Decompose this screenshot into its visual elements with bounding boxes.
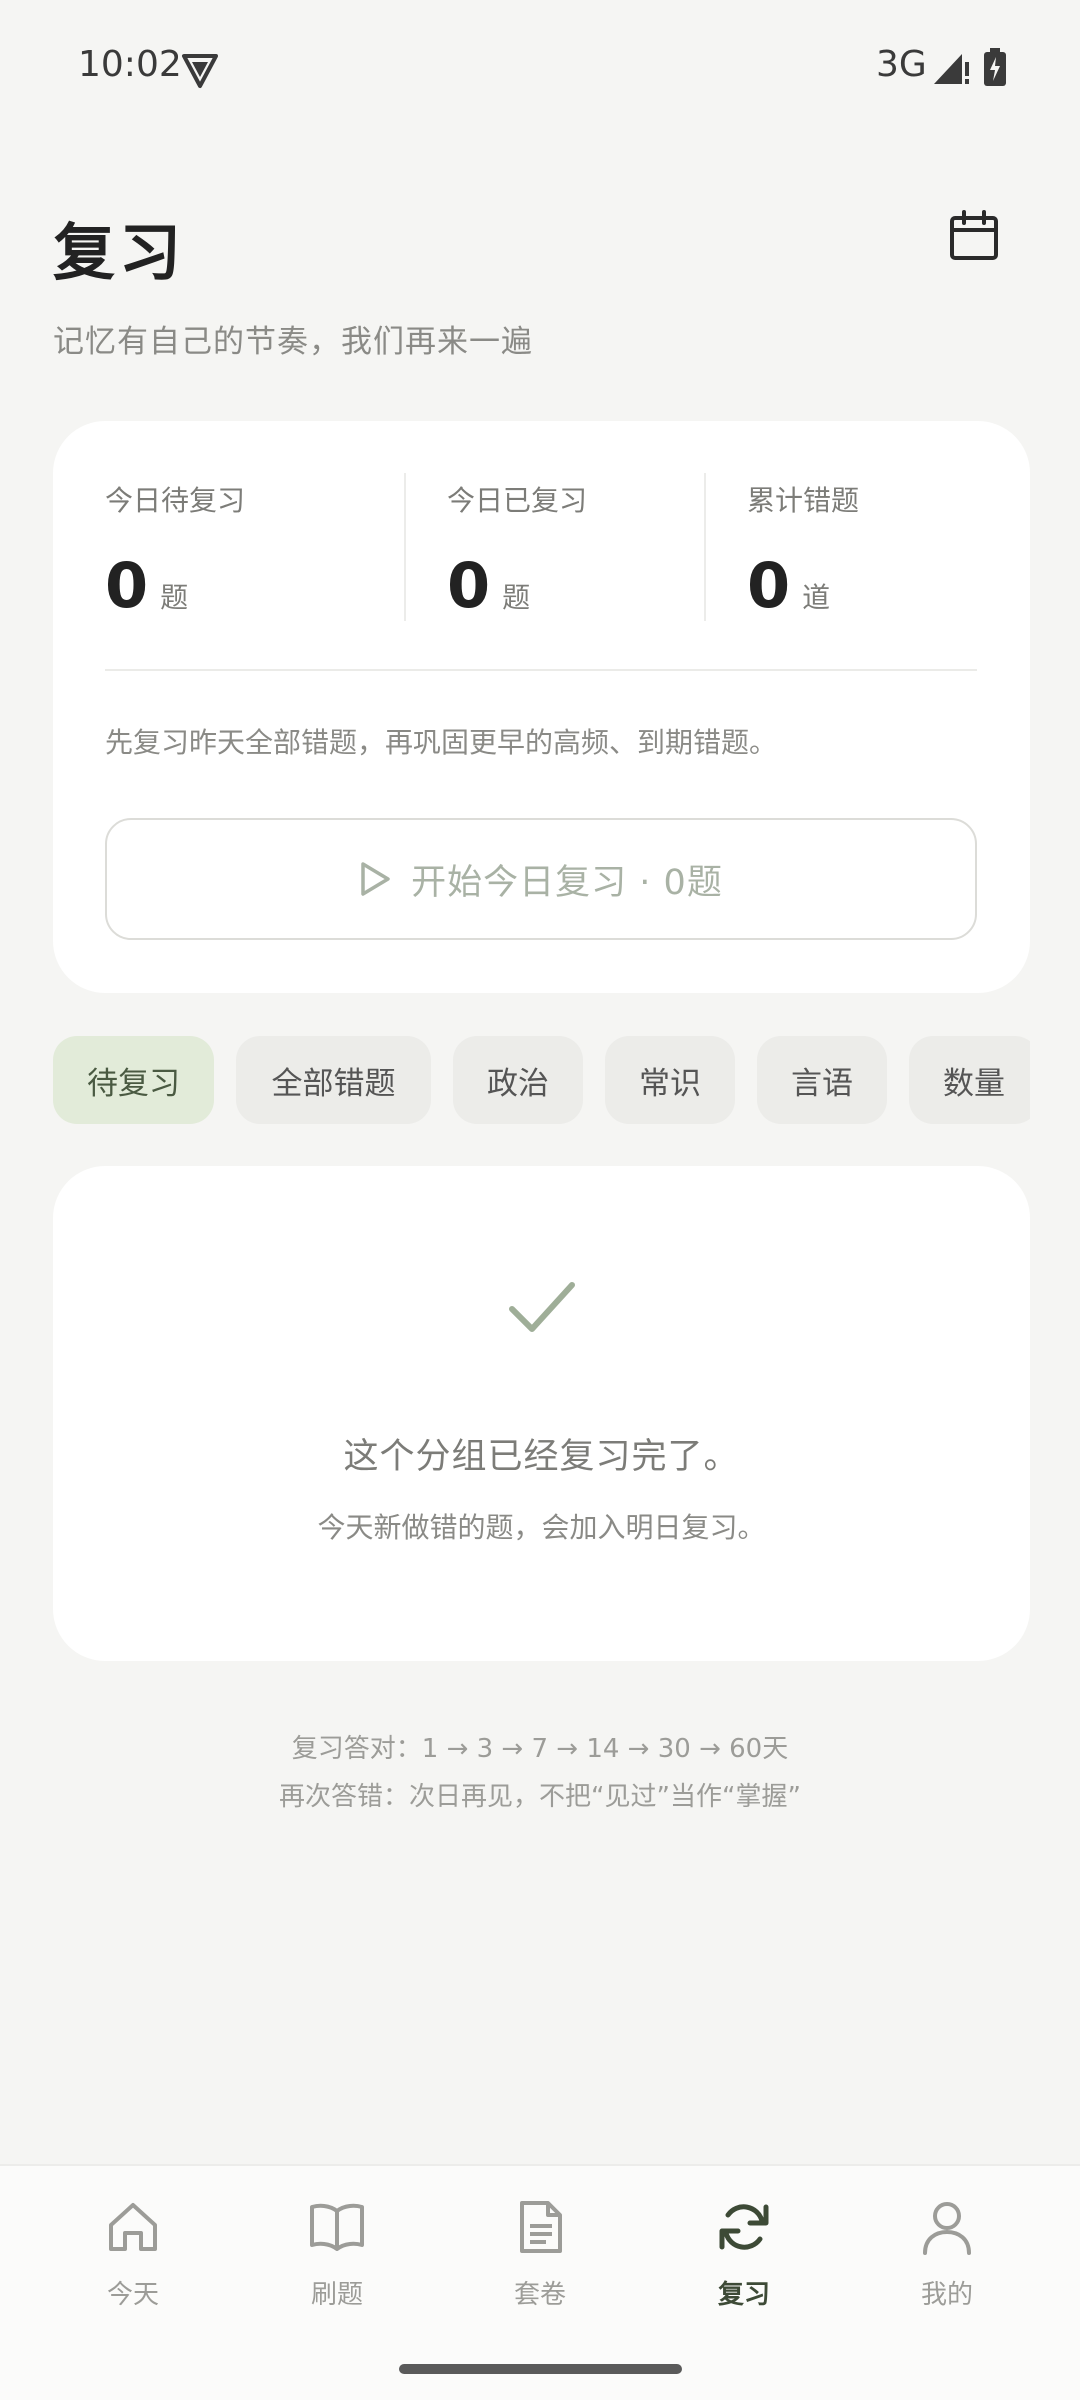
nav-item-me[interactable]: 我的 [857, 2166, 1037, 2326]
nav-item-today[interactable]: 今天 [43, 2166, 223, 2326]
nav-label: 我的 [920, 2280, 973, 2310]
empty-state-title: 这个分组已经复习完了。 [343, 1437, 740, 1477]
status-bar: 10:02 3G [0, 0, 1080, 136]
filter-chip-row[interactable]: 待复习 全部错题 政治 常识 言语 数量 [53, 1036, 1030, 1124]
stat-pending-today: 今日待复习 0 题 [105, 479, 245, 629]
stat-total-mistakes: 累计错题 0 道 [747, 479, 859, 629]
chip-politics[interactable]: 政治 [453, 1036, 583, 1124]
stat-divider [404, 473, 406, 621]
signal-icon [934, 54, 969, 84]
nav-label: 刷题 [310, 2280, 363, 2310]
review-tip: 先复习昨天全部错题，再巩固更早的高频、到期错题。 [105, 726, 778, 759]
nav-item-papers[interactable]: 套卷 [450, 2166, 630, 2326]
wrong-answer-note: 再次答错：次日再见，不把“见过”当作“掌握” [279, 1782, 801, 1812]
review-screen: 10:02 3G 复习 记忆有自己的节奏，我们再来一遍 今日待复习 0 题 今日… [0, 0, 1080, 2400]
stat-unit: 道 [802, 581, 831, 614]
stat-value: 0 [747, 549, 791, 622]
divider [105, 669, 977, 671]
chip-general-knowledge[interactable]: 常识 [605, 1036, 735, 1124]
book-icon [310, 2203, 364, 2251]
stat-label: 今日待复习 [105, 484, 246, 517]
refresh-icon [719, 2204, 769, 2250]
stat-divider [704, 473, 706, 621]
stat-unit: 题 [160, 581, 189, 614]
start-review-button[interactable]: 开始今日复习 · 0题 [105, 818, 977, 940]
nav-item-practice[interactable]: 刷题 [247, 2166, 427, 2326]
battery-charging-icon [984, 48, 1006, 86]
nav-label: 复习 [717, 2280, 770, 2310]
person-icon [923, 2202, 971, 2255]
nav-label: 今天 [106, 2280, 159, 2310]
page-subtitle: 记忆有自己的节奏，我们再来一遍 [53, 324, 533, 360]
chip-quantitative[interactable]: 数量 [909, 1036, 1030, 1124]
network-type: 3G [876, 44, 927, 85]
nav-item-review[interactable]: 复习 [654, 2166, 834, 2326]
home-gesture-bar[interactable] [399, 2364, 682, 2374]
status-time: 10:02 [78, 44, 182, 85]
stat-value: 0 [105, 549, 149, 622]
stat-label: 累计错题 [747, 484, 860, 517]
empty-state-card: 这个分组已经复习完了。 今天新做错的题，会加入明日复习。 [53, 1166, 1030, 1661]
calendar-button[interactable] [946, 208, 1002, 264]
stat-label: 今日已复习 [447, 484, 588, 517]
page-title: 复习 [53, 216, 186, 289]
home-icon [109, 2203, 157, 2251]
stat-unit: 题 [502, 581, 531, 614]
calendar-icon [950, 210, 998, 260]
stat-reviewed-today: 今日已复习 0 题 [447, 479, 587, 629]
check-icon [509, 1282, 575, 1332]
review-summary-card: 今日待复习 0 题 今日已复习 0 题 累计错题 0 道 先复习昨天全部错题，再… [53, 421, 1030, 993]
chip-pending-review[interactable]: 待复习 [53, 1036, 214, 1124]
chip-all-mistakes[interactable]: 全部错题 [236, 1036, 431, 1124]
spacing-schedule-note: 复习答对：1 → 3 → 7 → 14 → 30 → 60天 [291, 1734, 789, 1764]
empty-state-description: 今天新做错的题，会加入明日复习。 [317, 1511, 766, 1544]
vpn-shield-icon [182, 54, 218, 88]
chip-verbal[interactable]: 言语 [757, 1036, 887, 1124]
stat-value: 0 [447, 549, 491, 622]
play-icon [361, 862, 390, 896]
start-review-label: 开始今日复习 · 0题 [411, 862, 723, 903]
nav-label: 套卷 [513, 2280, 566, 2310]
document-icon [520, 2201, 562, 2253]
